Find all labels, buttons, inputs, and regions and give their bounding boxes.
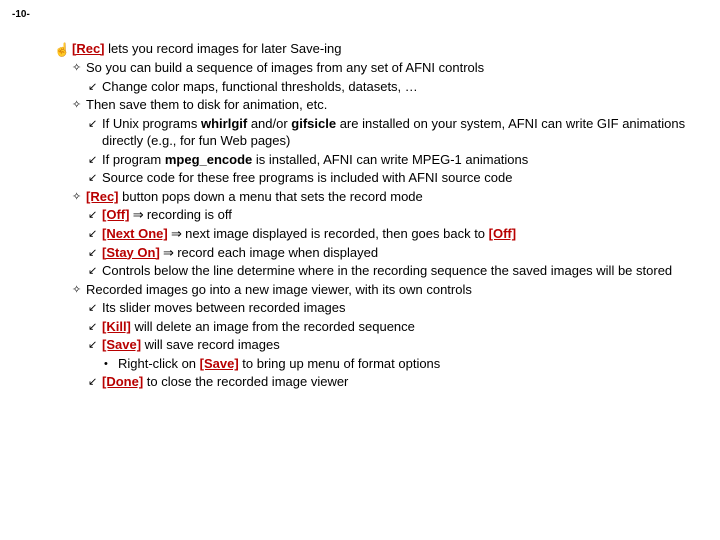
line-text: [Stay On] ⇒ record each image when displ… <box>102 244 700 262</box>
diamond-bullet-icon: ✧ <box>72 188 86 205</box>
line: ↙[Next One] ⇒ next image displayed is re… <box>54 225 700 243</box>
ui-button-reference: [Rec] <box>72 41 105 56</box>
arrow-bullet-icon: ↙ <box>88 318 102 335</box>
ui-button-reference: [Stay On] <box>102 245 160 260</box>
ui-button-reference: [Rec] <box>86 189 119 204</box>
hand-bullet-icon: ☝ <box>54 40 72 59</box>
line-text: If program mpeg_encode is installed, AFN… <box>102 151 700 169</box>
line-text: [Rec] lets you record images for later S… <box>72 40 700 58</box>
diamond-bullet-icon: ✧ <box>72 281 86 298</box>
line: ✧[Rec] button pops down a menu that sets… <box>54 188 700 206</box>
line-text: [Kill] will delete an image from the rec… <box>102 318 700 336</box>
line: ☝[Rec] lets you record images for later … <box>54 40 700 59</box>
line-text: [Done] to close the recorded image viewe… <box>102 373 700 391</box>
line-text: If Unix programs whirlgif and/or gifsicl… <box>102 115 700 150</box>
arrow-bullet-icon: ↙ <box>88 206 102 223</box>
diamond-bullet-icon: ✧ <box>72 96 86 113</box>
arrow-bullet-icon: ↙ <box>88 373 102 390</box>
ui-button-reference: [Save] <box>200 356 239 371</box>
arrow-bullet-icon: ↙ <box>88 262 102 279</box>
arrow-bullet-icon: ↙ <box>88 169 102 186</box>
line: ↙Its slider moves between recorded image… <box>54 299 700 317</box>
ui-button-reference: [Off] <box>489 226 516 241</box>
ui-button-reference: [Kill] <box>102 319 131 334</box>
line: ↙If program mpeg_encode is installed, AF… <box>54 151 700 169</box>
arrow-bullet-icon: ↙ <box>88 78 102 95</box>
ui-button-reference: [Save] <box>102 337 141 352</box>
line-text: Recorded images go into a new image view… <box>86 281 700 299</box>
line: ↙[Off] ⇒ recording is off <box>54 206 700 224</box>
line-text: [Off] ⇒ recording is off <box>102 206 700 224</box>
arrow-bullet-icon: ↙ <box>88 115 102 132</box>
line: ↙[Save] will save record images <box>54 336 700 354</box>
line: ✧So you can build a sequence of images f… <box>54 59 700 77</box>
line: •Right-click on [Save] to bring up menu … <box>54 355 700 373</box>
line: ↙[Kill] will delete an image from the re… <box>54 318 700 336</box>
implies-arrow-icon: ⇒ <box>168 226 185 241</box>
line: ↙Source code for these free programs is … <box>54 169 700 187</box>
line-text: Then save them to disk for animation, et… <box>86 96 700 114</box>
implies-arrow-icon: ⇒ <box>129 207 146 222</box>
line-text: Right-click on [Save] to bring up menu o… <box>118 355 700 373</box>
arrow-bullet-icon: ↙ <box>88 299 102 316</box>
line: ↙If Unix programs whirlgif and/or gifsic… <box>54 115 700 150</box>
ui-button-reference: [Done] <box>102 374 143 389</box>
diamond-bullet-icon: ✧ <box>72 59 86 76</box>
line-text: Its slider moves between recorded images <box>102 299 700 317</box>
arrow-bullet-icon: ↙ <box>88 336 102 353</box>
program-name: whirlgif <box>201 116 247 131</box>
line-text: Controls below the line determine where … <box>102 262 700 280</box>
arrow-bullet-icon: ↙ <box>88 225 102 242</box>
line: ✧Recorded images go into a new image vie… <box>54 281 700 299</box>
line: ↙Controls below the line determine where… <box>54 262 700 280</box>
ui-button-reference: [Off] <box>102 207 129 222</box>
line: ↙[Done] to close the recorded image view… <box>54 373 700 391</box>
page-number: -10- <box>0 0 720 22</box>
line-text: Source code for these free programs is i… <box>102 169 700 187</box>
program-name: gifsicle <box>291 116 336 131</box>
line: ↙Change color maps, functional threshold… <box>54 78 700 96</box>
dot-bullet-icon: • <box>104 355 118 372</box>
program-name: mpeg_encode <box>165 152 252 167</box>
line: ✧Then save them to disk for animation, e… <box>54 96 700 114</box>
line-text: [Next One] ⇒ next image displayed is rec… <box>102 225 700 243</box>
line-text: [Rec] button pops down a menu that sets … <box>86 188 700 206</box>
line-text: [Save] will save record images <box>102 336 700 354</box>
arrow-bullet-icon: ↙ <box>88 244 102 261</box>
implies-arrow-icon: ⇒ <box>160 245 177 260</box>
document-body: ☝[Rec] lets you record images for later … <box>0 22 720 391</box>
arrow-bullet-icon: ↙ <box>88 151 102 168</box>
line: ↙[Stay On] ⇒ record each image when disp… <box>54 244 700 262</box>
line-text: So you can build a sequence of images fr… <box>86 59 700 77</box>
ui-button-reference: [Next One] <box>102 226 168 241</box>
line-text: Change color maps, functional thresholds… <box>102 78 700 96</box>
